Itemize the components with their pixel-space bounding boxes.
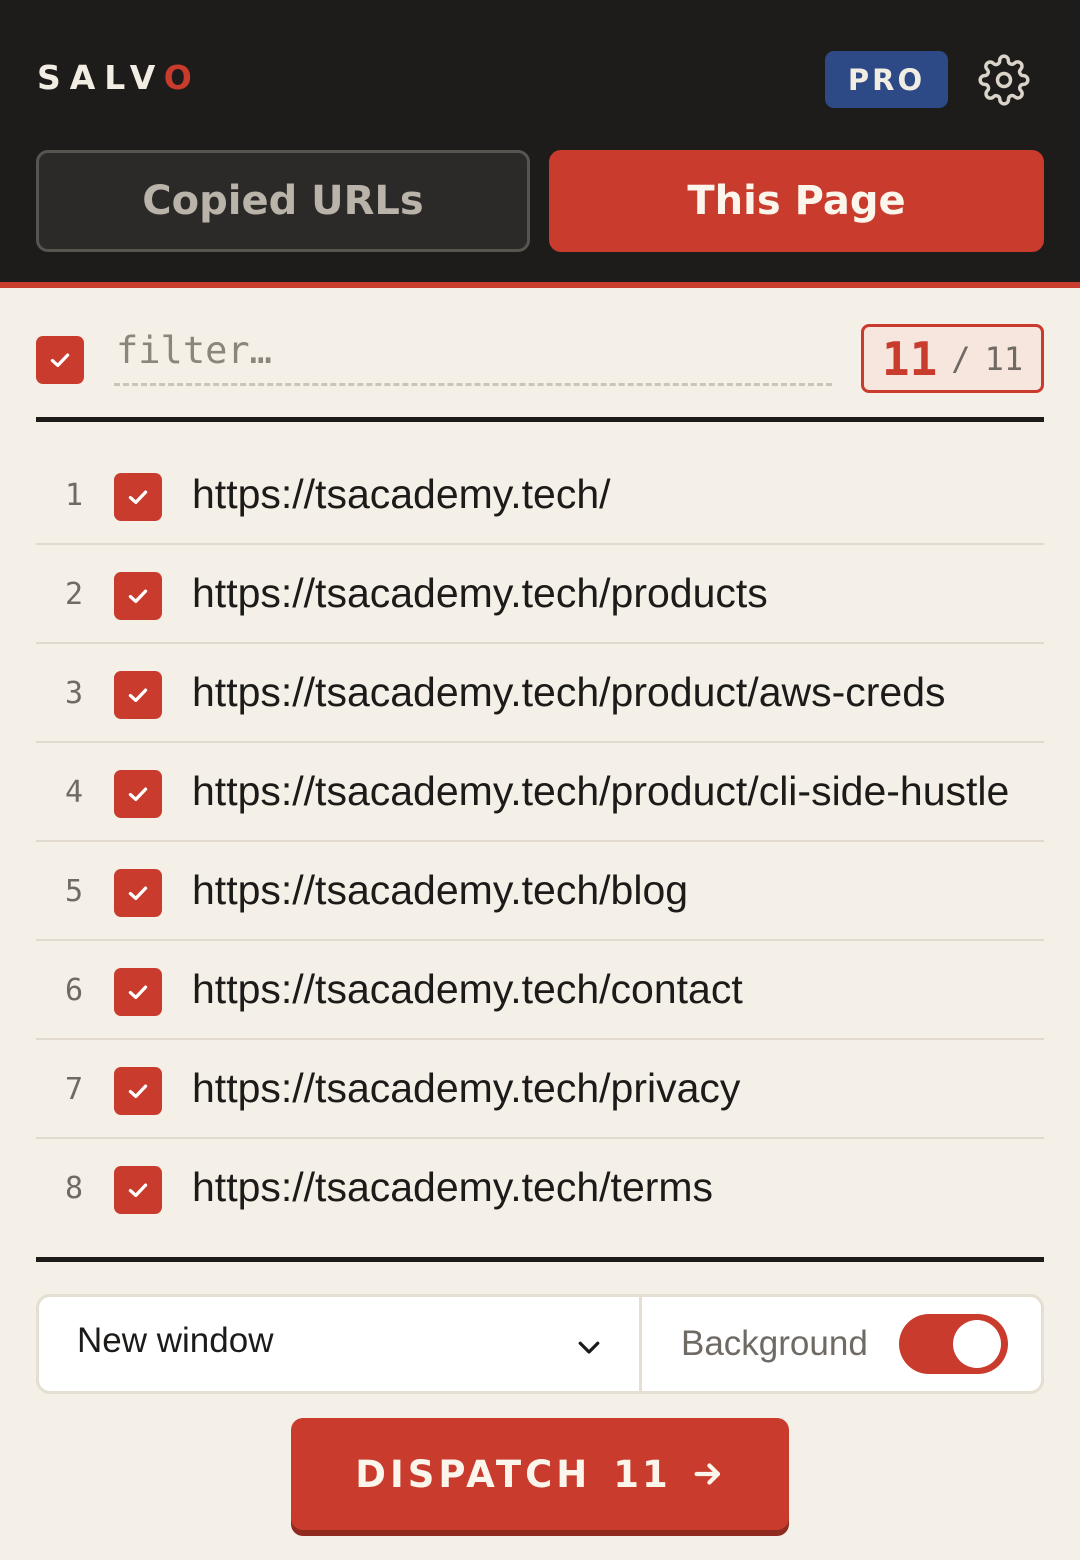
row-url: https://tsacademy.tech/blog — [192, 867, 689, 913]
url-row[interactable]: 5 https://tsacademy.tech/blog — [36, 842, 1044, 941]
check-icon — [128, 589, 148, 604]
count-separator: / — [951, 339, 971, 378]
check-icon — [128, 490, 148, 505]
row-number: 4 — [64, 775, 84, 810]
row-number: 3 — [64, 676, 84, 711]
check-icon — [50, 353, 70, 368]
row-number: 2 — [64, 577, 84, 612]
dispatch-count: 11 — [613, 1452, 671, 1496]
selection-counter: 11 / 11 — [861, 324, 1044, 393]
row-url: https://tsacademy.tech/contact — [192, 966, 743, 1012]
url-row[interactable]: 1 https://tsacademy.tech/ — [36, 446, 1044, 545]
dispatch-button[interactable]: DISPATCH 11 — [291, 1418, 789, 1530]
dispatch-options: New window Background — [36, 1294, 1044, 1394]
row-checkbox[interactable] — [114, 869, 162, 917]
selected-count: 11 — [881, 331, 938, 386]
url-row[interactable]: 4 https://tsacademy.tech/product/cli-sid… — [36, 743, 1044, 842]
check-icon — [128, 985, 148, 1000]
arrow-right-icon — [691, 1457, 725, 1491]
row-url: https://tsacademy.tech/terms — [192, 1164, 714, 1210]
check-icon — [128, 688, 148, 703]
row-number: 7 — [64, 1072, 84, 1107]
filter-input[interactable] — [114, 326, 832, 386]
list-top-divider — [36, 417, 1044, 422]
list-bottom-divider — [36, 1257, 1044, 1262]
row-checkbox[interactable] — [114, 473, 162, 521]
check-icon — [128, 1084, 148, 1099]
pro-badge[interactable]: PRO — [825, 51, 948, 108]
row-checkbox[interactable] — [114, 572, 162, 620]
check-icon — [128, 886, 148, 901]
row-checkbox[interactable] — [114, 968, 162, 1016]
row-number: 8 — [64, 1171, 84, 1206]
url-row[interactable]: 3 https://tsacademy.tech/product/aws-cre… — [36, 644, 1044, 743]
row-number: 6 — [64, 973, 84, 1008]
background-toggle[interactable] — [899, 1314, 1008, 1374]
check-icon — [128, 787, 148, 802]
background-label: Background — [681, 1324, 868, 1363]
select-all-checkbox[interactable] — [36, 336, 84, 384]
gear-icon[interactable] — [978, 54, 1030, 106]
dispatch-label: DISPATCH — [355, 1452, 592, 1496]
tab-this-page[interactable]: This Page — [549, 150, 1044, 252]
row-url: https://tsacademy.tech/products — [192, 570, 768, 616]
check-icon — [128, 1183, 148, 1198]
row-checkbox[interactable] — [114, 1166, 162, 1214]
row-url: https://tsacademy.tech/privacy — [192, 1065, 741, 1111]
row-checkbox[interactable] — [114, 1067, 162, 1115]
app-logo: SALVO — [37, 58, 201, 97]
url-row[interactable]: 8 https://tsacademy.tech/terms — [36, 1139, 1044, 1238]
row-number: 5 — [64, 874, 84, 909]
url-row[interactable]: 6 https://tsacademy.tech/contact — [36, 941, 1044, 1040]
tab-copied-urls[interactable]: Copied URLs — [36, 150, 530, 252]
row-url: https://tsacademy.tech/product/cli-side-… — [192, 768, 1010, 814]
total-count: 11 — [984, 339, 1024, 378]
toggle-knob — [953, 1320, 1001, 1368]
url-row[interactable]: 2 https://tsacademy.tech/products — [36, 545, 1044, 644]
chevron-down-icon — [574, 1332, 604, 1362]
open-mode-value: New window — [77, 1321, 274, 1360]
row-number: 1 — [64, 478, 84, 513]
row-url: https://tsacademy.tech/product/aws-creds — [192, 669, 946, 715]
url-row[interactable]: 7 https://tsacademy.tech/privacy — [36, 1040, 1044, 1139]
row-checkbox[interactable] — [114, 770, 162, 818]
row-checkbox[interactable] — [114, 671, 162, 719]
header: SALVO PRO Copied URLs This Page — [0, 0, 1080, 282]
open-mode-select[interactable]: New window — [39, 1297, 642, 1391]
header-divider — [0, 282, 1080, 288]
row-url: https://tsacademy.tech/ — [192, 471, 611, 517]
